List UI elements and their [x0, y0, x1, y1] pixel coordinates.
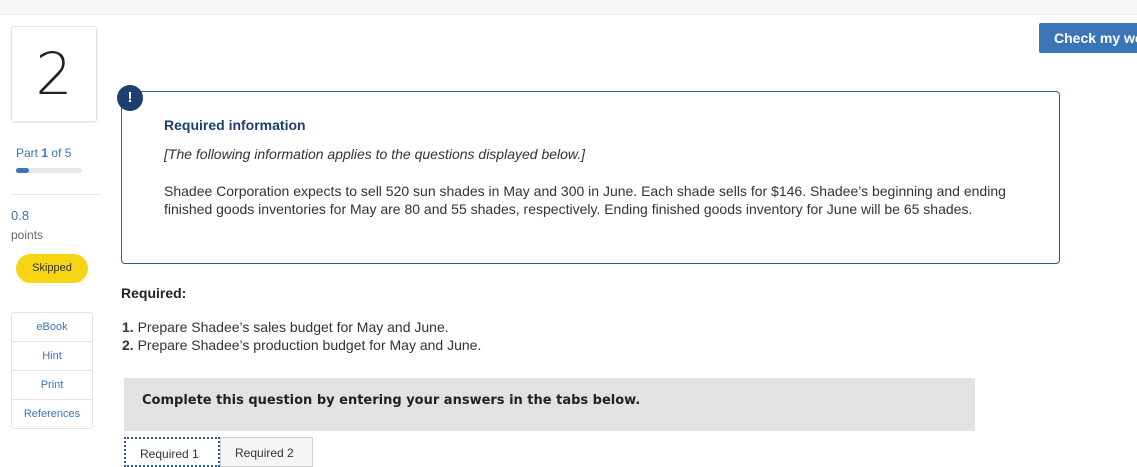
part-progress-bar	[16, 168, 82, 173]
info-intro: [The following information applies to th…	[164, 146, 586, 162]
check-my-work-button[interactable]: Check my work	[1039, 23, 1137, 53]
info-title: Required information	[164, 117, 306, 133]
exclamation-icon: !	[117, 85, 143, 111]
tab-required-1[interactable]: Required 1	[124, 437, 220, 467]
status-badge: Skipped	[16, 254, 88, 283]
print-link[interactable]: Print	[12, 371, 92, 400]
divider	[11, 194, 101, 195]
required-item-text: Prepare Shadee’s production budget for M…	[137, 337, 482, 353]
question-number: 2	[11, 26, 97, 122]
required-item-number: 1.	[122, 319, 134, 335]
required-item: 2. Prepare Shadee’s production budget fo…	[122, 336, 481, 354]
references-link[interactable]: References	[12, 400, 92, 428]
complete-question-text: Complete this question by entering your …	[142, 393, 641, 408]
info-body: Shadee Corporation expects to sell 520 s…	[164, 183, 1006, 217]
tab-required-2[interactable]: Required 2	[220, 437, 313, 467]
part-progress-fill	[16, 168, 30, 173]
part-prefix: Part	[16, 146, 39, 160]
required-item-number: 2.	[122, 337, 134, 353]
part-indicator: Part 1 of 5	[16, 146, 71, 160]
top-bar	[0, 0, 1137, 15]
part-suffix: of 5	[51, 146, 72, 160]
part-current: 1	[41, 146, 49, 160]
complete-question-banner: Complete this question by entering your …	[124, 378, 975, 431]
required-label: Required:	[121, 285, 187, 301]
ebook-link[interactable]: eBook	[12, 313, 92, 342]
hint-link[interactable]: Hint	[12, 342, 92, 371]
points-value: 0.8	[11, 208, 30, 223]
required-list: 1. Prepare Shadee’s sales budget for May…	[122, 318, 481, 354]
required-item: 1. Prepare Shadee’s sales budget for May…	[122, 318, 481, 336]
points-label: points	[11, 228, 44, 242]
required-item-text: Prepare Shadee’s sales budget for May an…	[137, 319, 449, 335]
tools-panel: eBook Hint Print References	[11, 312, 93, 429]
